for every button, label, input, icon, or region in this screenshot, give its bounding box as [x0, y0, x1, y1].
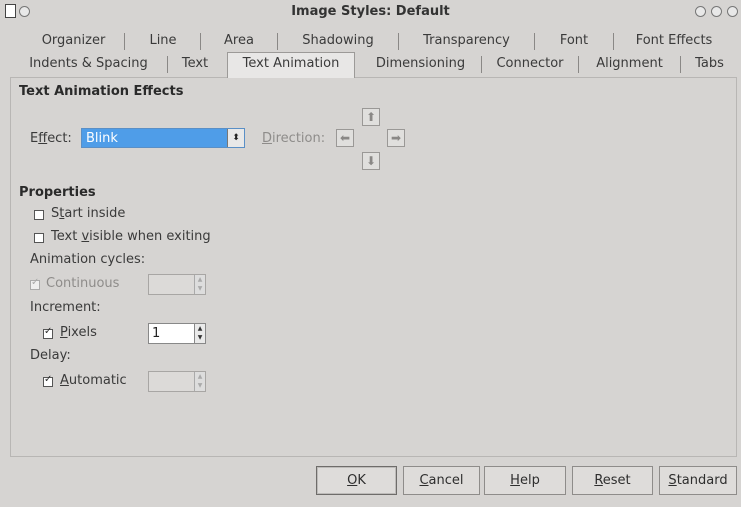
tab-indents-spacing[interactable]: Indents & Spacing	[10, 53, 167, 76]
maximize-icon[interactable]	[711, 6, 722, 17]
continuous-label: Continuous	[46, 276, 120, 291]
pixels-label: Pixels	[60, 325, 97, 340]
tab-line[interactable]: Line	[125, 30, 201, 53]
pixels-checkbox[interactable]	[43, 326, 53, 339]
spin-arrows-icon[interactable]: ▲ ▼	[194, 275, 205, 294]
cancel-button[interactable]: Cancel	[403, 466, 480, 495]
arrow-down-icon[interactable]: ⬇	[362, 152, 380, 170]
animation-cycles-label: Animation cycles:	[30, 252, 146, 267]
tab-row-1: Organizer Line Area Shadowing Transparen…	[10, 30, 738, 53]
tab-area[interactable]: Area	[201, 30, 277, 53]
close-icon[interactable]	[727, 6, 738, 17]
delay-label: Delay:	[30, 348, 71, 363]
tab-shadowing[interactable]: Shadowing	[278, 30, 398, 53]
text-visible-label: Text visible when exiting	[51, 229, 211, 244]
minimize-icon[interactable]	[695, 6, 706, 17]
increment-label: Increment:	[30, 300, 101, 315]
direction-label: Direction:	[262, 131, 326, 146]
standard-button[interactable]: Standard	[659, 466, 737, 495]
effect-value: Blink	[86, 131, 118, 146]
continuous-checkbox[interactable]	[30, 277, 40, 290]
title-bar: Image Styles: Default	[0, 0, 741, 24]
tab-row-2: Indents & Spacing Text Text Animation Di…	[10, 52, 738, 78]
text-visible-checkbox[interactable]	[34, 233, 44, 243]
reset-button[interactable]: Reset	[572, 466, 653, 495]
arrow-left-icon[interactable]: ⬅	[336, 129, 354, 147]
tab-font[interactable]: Font	[535, 30, 613, 53]
cycles-spinbox[interactable]: ▲ ▼	[148, 274, 206, 295]
effect-select[interactable]: Blink ⬍	[81, 128, 245, 148]
start-inside-checkbox[interactable]	[34, 210, 44, 220]
increment-spinbox[interactable]: 1 ▲ ▼	[148, 323, 206, 344]
automatic-checkbox[interactable]	[43, 374, 53, 387]
effects-heading: Text Animation Effects	[19, 84, 184, 99]
start-inside-label: Start inside	[51, 206, 126, 221]
properties-heading: Properties	[19, 185, 96, 200]
automatic-label: Automatic	[60, 373, 127, 388]
tab-text-animation[interactable]: Text Animation	[227, 52, 355, 78]
spin-arrows-icon[interactable]: ▲ ▼	[194, 372, 205, 391]
window-title: Image Styles: Default	[291, 4, 450, 19]
tab-alignment[interactable]: Alignment	[579, 53, 680, 76]
arrow-right-icon[interactable]: ➡	[387, 129, 405, 147]
tab-font-effects[interactable]: Font Effects	[614, 30, 734, 53]
tab-transparency[interactable]: Transparency	[399, 30, 534, 53]
updown-icon[interactable]: ⬍	[227, 129, 244, 147]
tab-dimensioning[interactable]: Dimensioning	[360, 53, 481, 76]
delay-spinbox[interactable]: ▲ ▼	[148, 371, 206, 392]
tab-connector[interactable]: Connector	[482, 53, 578, 76]
tab-tabs[interactable]: Tabs	[681, 53, 738, 76]
help-button[interactable]: Help	[484, 466, 566, 495]
effect-label: Effect:	[30, 131, 72, 146]
ok-button[interactable]: OK	[316, 466, 397, 495]
arrow-up-icon[interactable]: ⬆	[362, 108, 380, 126]
tab-organizer[interactable]: Organizer	[20, 30, 127, 53]
tab-text[interactable]: Text	[168, 53, 222, 76]
spin-arrows-icon[interactable]: ▲ ▼	[194, 324, 205, 343]
